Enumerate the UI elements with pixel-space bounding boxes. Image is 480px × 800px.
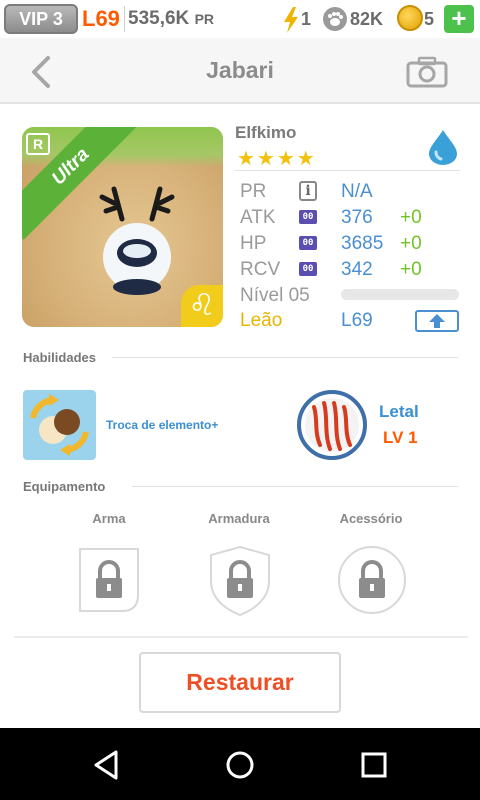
power-unit: PR: [194, 11, 215, 27]
stat-bonus-rcv: +0: [400, 259, 422, 280]
arrow-up-icon: [429, 314, 445, 328]
element-swap-skill-icon[interactable]: [23, 390, 96, 460]
upgrade-button[interactable]: [415, 310, 459, 332]
zodiac-sign-badge: ♌: [181, 285, 223, 327]
stat-bonus-icon: 00: [299, 262, 317, 276]
power-rating: 535,6K PR: [128, 8, 214, 30]
stat-bonus-hp: +0: [400, 233, 422, 254]
stat-value-rcv: 342: [341, 259, 373, 280]
stat-bonus-icon: 00: [299, 210, 317, 224]
armor-slot[interactable]: [203, 543, 277, 617]
pet-name: Elfkimo: [235, 123, 297, 142]
restore-button[interactable]: Restaurar: [139, 652, 341, 713]
coin-count: 5: [424, 9, 435, 29]
weapon-slot-label: Arma: [92, 511, 126, 526]
pet-portrait[interactable]: Ultra R ♌: [22, 127, 223, 327]
skills-section-line: [112, 357, 458, 358]
stat-label-pr: PR: [240, 181, 267, 202]
skills-section-title: Habilidades: [23, 350, 96, 365]
star-rating: ★★★★: [237, 148, 317, 170]
zodiac-sign-name: Leão: [240, 310, 283, 331]
top-status-bar: VIP 3 L69 535,6K PR 1 82K 5 +: [0, 0, 480, 38]
paw-icon: [323, 7, 347, 31]
skill2-level: LV 1: [383, 428, 418, 447]
stat-label-hp: HP: [240, 233, 267, 254]
stat-value-hp: 3685: [341, 233, 384, 254]
vip-badge[interactable]: VIP 3: [4, 4, 78, 34]
nav-back-icon[interactable]: [90, 748, 124, 782]
stat-label-atk: ATK: [240, 207, 276, 228]
equipment-section-line: [132, 486, 458, 487]
nav-recents-icon[interactable]: [357, 748, 391, 782]
equipment-section-title: Equipamento: [23, 479, 106, 494]
coin-icon: [397, 5, 423, 31]
power-value: 535,6K: [128, 8, 190, 29]
stat-bonus-atk: +0: [400, 207, 422, 228]
stat-bonus-icon: 00: [299, 236, 317, 250]
lightning-icon: [284, 7, 298, 33]
stat-label-rcv: RCV: [240, 259, 281, 280]
zodiac-level: L69: [341, 310, 373, 331]
pet-level-label: Nível 05: [240, 285, 310, 306]
skill2-name: Letal: [379, 402, 419, 421]
info-divider: [235, 170, 460, 171]
weapon-slot[interactable]: [72, 543, 146, 617]
energy-count: 1: [301, 9, 312, 29]
armor-slot-label: Armadura: [208, 511, 270, 526]
rarity-badge: R: [26, 133, 50, 155]
camera-icon[interactable]: [406, 56, 448, 88]
stat-value-pr: N/A: [341, 181, 373, 202]
status-divider: [124, 6, 125, 32]
bottom-divider: [14, 636, 468, 638]
stat-value-atk: 376: [341, 207, 373, 228]
skill1-label[interactable]: Troca de elemento+: [106, 418, 218, 432]
accessory-slot[interactable]: [335, 543, 409, 617]
info-icon[interactable]: i: [299, 181, 317, 201]
android-navigation-bar: [0, 728, 480, 800]
add-currency-button[interactable]: +: [444, 5, 474, 33]
nav-home-icon[interactable]: [223, 748, 257, 782]
player-level: L69: [82, 6, 120, 31]
water-drop-icon: [429, 130, 457, 165]
xp-progress-bar: [341, 289, 459, 300]
page-header: Jabari: [0, 38, 480, 104]
accessory-slot-label: Acessório: [339, 511, 403, 526]
claw-skill-icon[interactable]: [296, 389, 368, 461]
element-swap-icon: [30, 394, 89, 456]
paw-count: 82K: [350, 9, 384, 29]
pet-creature-image: [99, 186, 175, 295]
